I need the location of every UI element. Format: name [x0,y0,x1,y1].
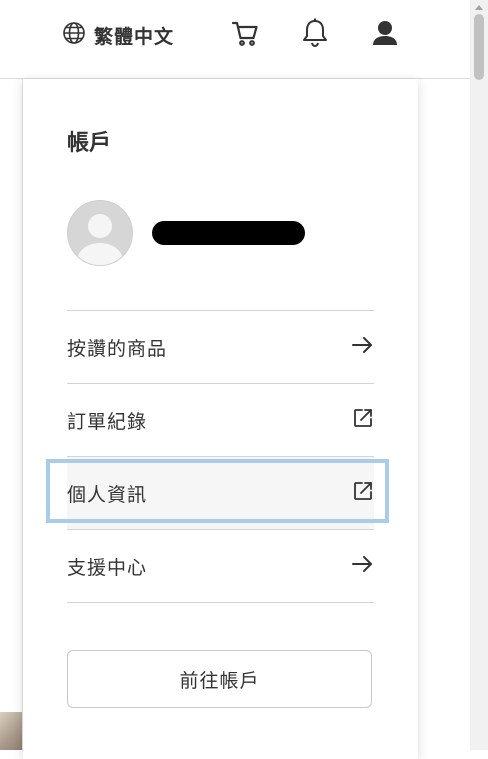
cart-icon [230,18,260,52]
bell-icon [301,17,329,53]
account-menu-list: 按讚的商品 訂單紀錄 個人資訊 支援中心 [46,310,389,603]
product-thumbnail [0,712,22,750]
arrow-right-icon [350,333,374,361]
menu-item-support-center[interactable]: 支援中心 [67,529,374,603]
user-icon [370,18,400,52]
external-link-icon [352,480,374,506]
page-left-edge [0,79,23,750]
menu-item-label: 個人資訊 [67,483,148,506]
menu-item-label: 支援中心 [67,556,148,579]
cart-button[interactable] [228,18,262,52]
go-to-account-button[interactable]: 前往帳戶 [67,650,372,708]
menu-item-label: 按讚的商品 [67,337,168,360]
account-title: 帳戶 [67,131,112,156]
avatar [67,200,133,266]
scroll-up-arrow-icon[interactable] [470,0,488,14]
menu-item-personal-info[interactable]: 個人資訊 [46,456,389,529]
language-selector[interactable]: 繁體中文 [62,22,174,48]
language-label: 繁體中文 [94,25,175,48]
notifications-button[interactable] [298,18,332,52]
redacted-username [152,221,305,245]
menu-item-liked-products[interactable]: 按讚的商品 [67,310,374,383]
menu-item-label: 訂單紀錄 [67,410,148,433]
top-bar: 繁體中文 [0,0,470,79]
menu-item-order-history[interactable]: 訂單紀錄 [67,383,374,456]
arrow-right-icon [350,552,374,580]
account-button[interactable] [368,18,402,52]
globe-icon [62,21,86,49]
external-link-icon [352,407,374,433]
page-scrollbar[interactable] [470,0,488,750]
scrollbar-thumb[interactable] [474,14,484,80]
account-dropdown: 帳戶 按讚的商品 訂單紀錄 個人資訊 支援中心 前往帳戶 [23,79,418,759]
